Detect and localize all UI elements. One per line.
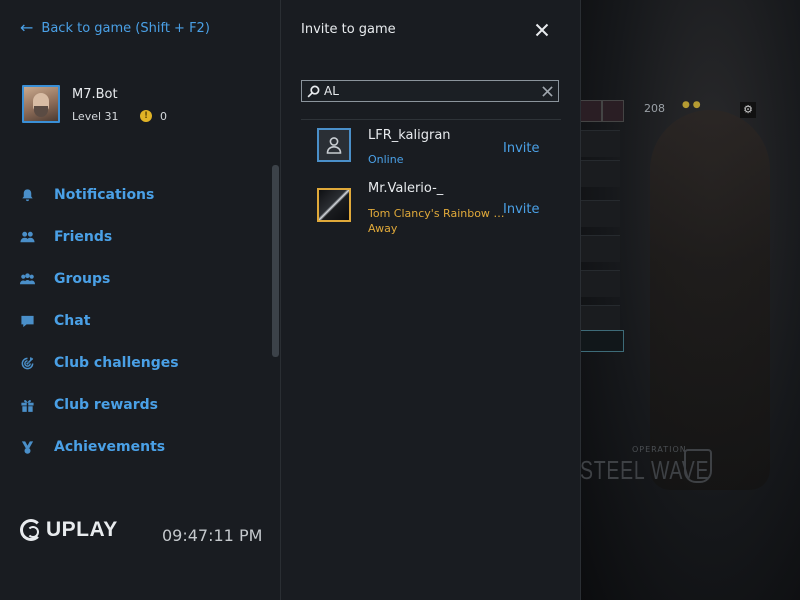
chat-icon (20, 314, 54, 329)
default-avatar-icon (317, 128, 351, 162)
user-level: Level 31 (72, 110, 119, 123)
clear-icon (541, 85, 553, 97)
gear-icon: ⚙ (740, 102, 756, 118)
target-icon (20, 356, 54, 371)
uplay-logo: UPLAY (20, 518, 118, 542)
sidebar-item-club-challenges[interactable]: Club challenges (20, 342, 179, 384)
sidebar-item-groups[interactable]: Groups (20, 258, 179, 300)
hud-currency: ● ● (682, 100, 701, 110)
operator-figure (650, 110, 770, 490)
avatar[interactable] (22, 85, 60, 123)
sidebar-item-chat[interactable]: Chat (20, 300, 179, 342)
invite-button[interactable]: Invite (503, 202, 539, 217)
medal-icon (20, 440, 54, 455)
friend-search-box[interactable] (301, 80, 559, 102)
invite-panel: Invite to game LFR_kaligran Online Invit… (281, 0, 581, 600)
coin-count: 0 (160, 110, 167, 123)
sidebar-item-achievements[interactable]: Achievements (20, 426, 179, 468)
groups-icon (20, 272, 54, 287)
sidebar-item-label: Club rewards (54, 397, 158, 413)
hud-badge (580, 100, 602, 122)
friend-game: Tom Clancy's Rainbow Six Siege (368, 207, 508, 220)
friend-status: Away (368, 222, 398, 235)
game-hud: 208 ● ● ⚙ (580, 98, 800, 126)
sidebar-item-friends[interactable]: Friends (20, 216, 179, 258)
operation-logo: OPERATION STEEL WAVE (580, 445, 800, 495)
clear-search-button[interactable] (536, 85, 558, 97)
sidebar-item-label: Friends (54, 229, 113, 245)
sidebar-scrollbar[interactable] (272, 165, 279, 357)
coin-icon: ! (140, 110, 152, 122)
sidebar-item-label: Chat (54, 313, 91, 329)
friend-status: Online (368, 153, 404, 166)
sidebar-item-club-rewards[interactable]: Club rewards (20, 384, 179, 426)
search-icon (302, 85, 324, 98)
arrow-left-icon: ← (20, 18, 34, 37)
sidebar-item-notifications[interactable]: Notifications (20, 174, 179, 216)
sidebar-item-label: Notifications (54, 187, 155, 203)
bell-icon (20, 188, 54, 203)
friend-name: LFR_kaligran (368, 128, 451, 143)
game-input-field (580, 330, 624, 352)
username: M7.Bot (72, 87, 118, 102)
hud-badge (602, 100, 624, 122)
r6-logo-icon (684, 449, 712, 483)
overlay-sidebar: ← Back to game (Shift + F2) M7.Bot Level… (0, 0, 281, 600)
avatar (317, 188, 351, 222)
close-button[interactable] (535, 22, 555, 42)
clock: 09:47:11 PM (162, 526, 263, 545)
panel-title: Invite to game (301, 22, 396, 37)
sidebar-item-label: Club challenges (54, 355, 179, 371)
hud-number: 208 (644, 102, 665, 115)
back-to-game-link[interactable]: ← Back to game (Shift + F2) (20, 20, 210, 36)
friend-name: Mr.Valerio-_ (368, 181, 444, 196)
sidebar-item-label: Groups (54, 271, 111, 287)
close-icon (535, 23, 549, 37)
game-background: 208 ● ● ⚙ OPERATION STEEL WAVE (580, 0, 800, 600)
invite-button[interactable]: Invite (503, 141, 539, 156)
divider (301, 119, 561, 120)
friends-icon (20, 230, 54, 245)
gift-icon (20, 398, 54, 413)
back-to-game-label: Back to game (Shift + F2) (41, 20, 210, 36)
sidebar-nav: Notifications Friends Groups Chat Club c… (20, 174, 179, 468)
uplay-swirl-icon (20, 519, 42, 541)
search-input[interactable] (324, 81, 536, 101)
sidebar-item-label: Achievements (54, 439, 166, 455)
